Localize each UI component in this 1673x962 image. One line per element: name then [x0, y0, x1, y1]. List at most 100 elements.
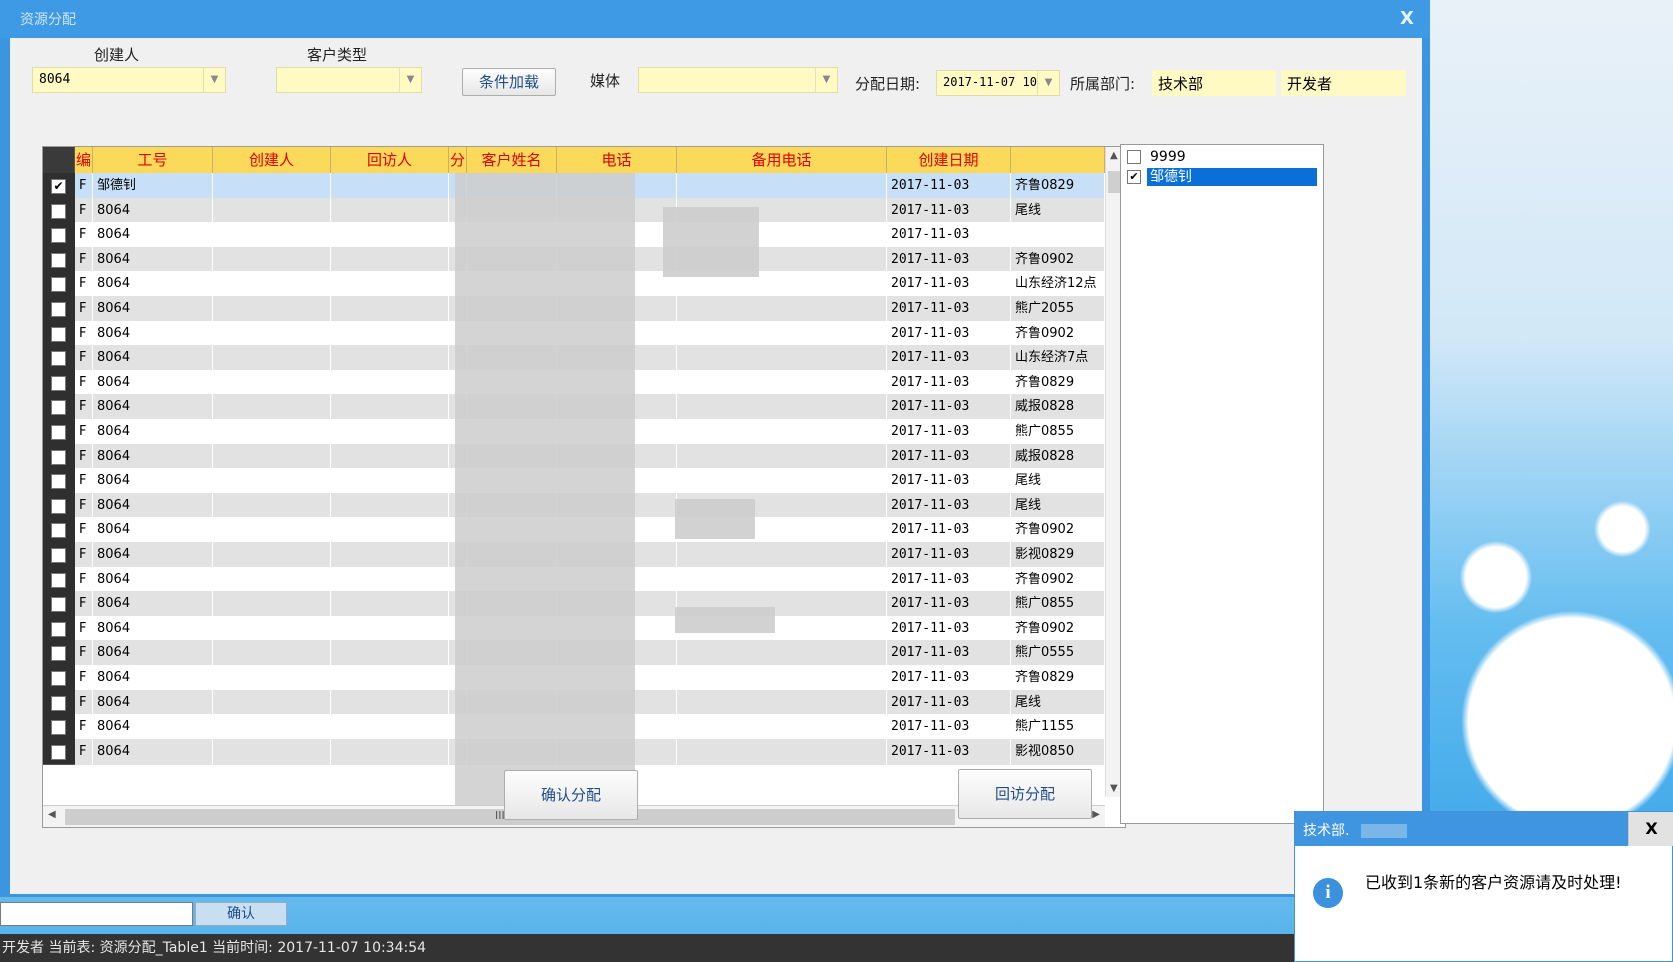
row-header[interactable] — [43, 296, 75, 322]
user-list-item[interactable]: 9999 — [1125, 147, 1319, 167]
customer-type-combo[interactable]: ▼ — [276, 67, 422, 93]
row-checkbox[interactable] — [51, 744, 66, 760]
row-checkbox[interactable] — [51, 597, 66, 613]
user-list[interactable]: 9999 ✔ 邹德钊 — [1120, 144, 1324, 824]
row-checkbox[interactable] — [51, 474, 66, 490]
row-header[interactable] — [43, 394, 75, 421]
load-by-condition-button[interactable]: 条件加载 — [462, 68, 556, 96]
user-list-item[interactable]: ✔ 邹德钊 — [1125, 167, 1319, 187]
row-checkbox[interactable] — [51, 621, 66, 637]
row-create-date-cell: 2017-11-03 — [887, 173, 1011, 199]
row-header[interactable] — [43, 640, 75, 667]
row-header[interactable] — [43, 591, 75, 618]
row-checkbox[interactable] — [51, 449, 66, 465]
row-header[interactable] — [43, 517, 75, 544]
revisit-assign-button[interactable]: 回访分配 — [958, 769, 1092, 819]
user-list-checkbox[interactable] — [1127, 150, 1141, 164]
bottom-command-input[interactable] — [0, 902, 193, 926]
row-backup-phone-cell — [677, 443, 887, 470]
row-header[interactable] — [43, 665, 75, 691]
col-header-job-id[interactable]: 工号 — [93, 147, 213, 173]
row-header[interactable] — [43, 714, 75, 741]
row-header[interactable] — [43, 566, 75, 593]
row-header[interactable] — [43, 246, 75, 273]
chevron-down-icon[interactable]: ▼ — [1110, 783, 1118, 794]
row-header[interactable] — [43, 738, 75, 765]
row-checkbox[interactable]: ✔ — [51, 179, 66, 194]
select-all-corner[interactable] — [43, 147, 75, 173]
notification-close-button[interactable]: X — [1628, 812, 1673, 846]
row-header[interactable] — [43, 345, 75, 372]
creator-combo[interactable]: 8064 ▼ — [32, 67, 226, 93]
user-list-label: 9999 — [1150, 149, 1186, 165]
row-checkbox[interactable] — [51, 548, 66, 563]
row-header[interactable] — [43, 419, 75, 445]
col-header-assign[interactable]: 分 — [449, 147, 467, 173]
user-list-checkbox[interactable]: ✔ — [1127, 170, 1141, 184]
row-code-cell: F — [75, 738, 93, 765]
chevron-up-icon[interactable]: ▲ — [1110, 150, 1118, 161]
confirm-assign-button[interactable]: 确认分配 — [504, 770, 638, 820]
chevron-down-icon[interactable]: ▼ — [815, 68, 837, 92]
col-header-code[interactable]: 编 — [75, 147, 93, 173]
row-revisitor-cell — [331, 246, 449, 273]
col-header-customer-name[interactable]: 客户姓名 — [467, 147, 557, 173]
row-checkbox[interactable] — [51, 326, 66, 342]
row-header[interactable] — [43, 197, 75, 224]
row-header[interactable] — [43, 443, 75, 470]
customer-type-label: 客户类型 — [307, 46, 368, 64]
row-job-id-cell: 8064 — [93, 369, 213, 396]
bottom-confirm-button[interactable]: 确认 — [195, 902, 287, 926]
row-checkbox[interactable] — [51, 572, 66, 588]
row-create-date-cell: 2017-11-03 — [887, 468, 1011, 495]
assign-date-picker[interactable]: 2017-11-07 10 ▼ — [936, 70, 1060, 96]
row-header[interactable] — [43, 492, 75, 519]
row-code-cell: F — [75, 369, 93, 396]
row-checkbox[interactable] — [51, 375, 66, 391]
row-creator-cell — [213, 591, 331, 618]
col-header-backup-phone[interactable]: 备用电话 — [677, 147, 887, 173]
row-checkbox[interactable] — [51, 302, 66, 317]
col-header-phone[interactable]: 电话 — [557, 147, 677, 173]
window-titlebar[interactable]: 资源分配 X — [0, 0, 1430, 38]
row-checkbox[interactable] — [51, 400, 66, 416]
row-header[interactable] — [43, 615, 75, 642]
notification-titlebar[interactable]: 技术部. X — [1295, 812, 1673, 846]
chevron-right-icon[interactable]: ▶ — [1092, 809, 1100, 820]
row-media-cell: 齐鲁0902 — [1011, 566, 1105, 593]
chevron-down-icon[interactable]: ▼ — [399, 68, 421, 92]
department-label: 所属部门: — [1070, 75, 1136, 93]
row-checkbox[interactable] — [51, 523, 66, 539]
row-checkbox[interactable] — [51, 671, 66, 686]
row-header[interactable] — [43, 468, 75, 495]
col-header-media[interactable] — [1011, 147, 1105, 173]
row-job-id-cell: 8064 — [93, 345, 213, 372]
row-header[interactable] — [43, 271, 75, 298]
media-combo[interactable]: ▼ — [638, 67, 838, 93]
col-header-revisitor[interactable]: 回访人 — [331, 147, 449, 173]
chevron-left-icon[interactable]: ◀ — [48, 809, 56, 820]
chevron-down-icon[interactable]: ▼ — [1037, 71, 1059, 95]
row-checkbox[interactable] — [51, 252, 66, 268]
row-checkbox[interactable] — [51, 498, 66, 514]
row-checkbox[interactable] — [51, 277, 66, 293]
row-header[interactable] — [43, 689, 75, 716]
row-checkbox[interactable] — [51, 203, 66, 219]
row-header[interactable] — [43, 222, 75, 249]
row-header[interactable] — [43, 320, 75, 347]
row-header[interactable] — [43, 369, 75, 396]
chevron-down-icon[interactable]: ▼ — [203, 68, 225, 92]
row-header[interactable]: ✔ — [43, 173, 75, 199]
row-header[interactable] — [43, 542, 75, 568]
row-checkbox[interactable] — [51, 720, 66, 736]
col-header-creator[interactable]: 创建人 — [213, 147, 331, 173]
close-window-button[interactable]: X — [1384, 0, 1430, 38]
row-checkbox[interactable] — [51, 646, 66, 662]
row-checkbox[interactable] — [51, 425, 66, 440]
row-checkbox[interactable] — [51, 228, 66, 244]
row-checkbox[interactable] — [51, 351, 66, 367]
customer-grid[interactable]: 编 工号 创建人 回访人 分 客户姓名 电话 备用电话 创建日期 ✔ F 邹德钊 20… — [42, 146, 1126, 828]
col-header-create-date[interactable]: 创建日期 — [887, 147, 1011, 173]
row-job-id-cell: 8064 — [93, 222, 213, 249]
row-checkbox[interactable] — [51, 695, 66, 711]
